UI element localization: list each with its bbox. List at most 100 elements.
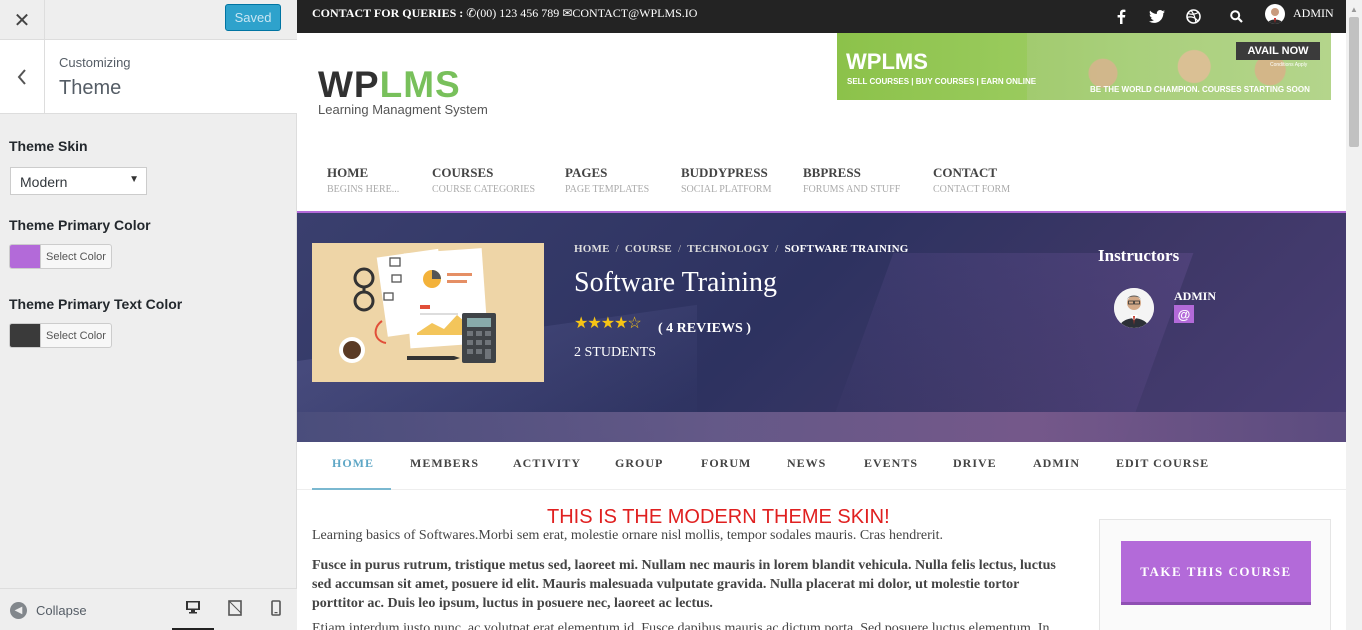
customizer-header-bar: ✕ Saved: [0, 0, 297, 40]
breadcrumb-item[interactable]: TECHNOLOGY: [687, 243, 769, 255]
mobile-preview-button[interactable]: [255, 600, 297, 630]
tablet-preview-button[interactable]: [214, 600, 256, 630]
nav-subtitle: COURSE CATEGORIES: [432, 184, 536, 195]
banner-brand: WPLMS: [846, 49, 928, 74]
tab-members[interactable]: MEMBERS: [410, 456, 479, 471]
dribbble-icon[interactable]: [1182, 5, 1204, 27]
tab-news[interactable]: NEWS: [787, 456, 826, 471]
contact-label: CONTACT FOR QUERIES :: [312, 6, 464, 20]
collapse-button[interactable]: ◀ Collapse: [10, 602, 87, 619]
dropdown-arrow-icon: ▼: [129, 174, 139, 185]
tablet-icon: [228, 600, 242, 616]
tab-home[interactable]: HOME: [332, 456, 374, 471]
facebook-icon[interactable]: [1110, 5, 1132, 27]
nav-title: HOME: [327, 165, 369, 180]
contact-info: CONTACT FOR QUERIES : ✆(00) 123 456 789 …: [312, 6, 697, 21]
desktop-preview-button[interactable]: [172, 600, 214, 630]
instructor-name[interactable]: ADMIN: [1174, 289, 1216, 304]
scrollbar-thumb[interactable]: [1349, 17, 1359, 147]
reviews-count[interactable]: ( 4 REVIEWS ): [658, 321, 751, 337]
nav-title: CONTACT: [933, 165, 998, 180]
active-tab-indicator: [312, 488, 391, 490]
back-button[interactable]: [0, 40, 45, 113]
nav-item-contact[interactable]: CONTACT CONTACT FORM: [933, 165, 1010, 195]
nav-item-pages[interactable]: PAGES PAGE TEMPLATES: [565, 165, 649, 195]
customizing-breadcrumb: Customizing: [59, 55, 131, 70]
collapse-icon: ◀: [10, 602, 27, 619]
logo-text-lms: LMS: [379, 64, 461, 105]
collapse-label: Collapse: [36, 603, 87, 618]
primary-color-picker[interactable]: Select Color: [9, 244, 112, 269]
take-this-course-button[interactable]: TAKE THIS COURSE: [1121, 541, 1311, 605]
saved-button[interactable]: Saved: [225, 4, 281, 31]
banner-slogan: BE THE WORLD CHAMPION. COURSES STARTING …: [1090, 85, 1310, 94]
phone-icon: ✆: [466, 6, 477, 20]
tab-edit-course[interactable]: EDIT COURSE: [1116, 456, 1209, 471]
close-icon[interactable]: ✕: [0, 0, 45, 40]
nav-item-bbpress[interactable]: BBPRESS FORUMS AND STUFF: [803, 165, 900, 195]
primary-text-color-label: Theme Primary Text Color: [9, 296, 183, 312]
instructor-badge[interactable]: @: [1174, 305, 1194, 323]
star-filled-icon: ★★★★: [574, 315, 628, 332]
user-name[interactable]: ADMIN: [1293, 6, 1334, 21]
promo-banner[interactable]: WPLMS SELL COURSES | BUY COURSES | EARN …: [837, 33, 1331, 100]
primary-color-button-label: Select Color: [46, 250, 106, 263]
banner-conditions: Conditions Apply: [1270, 62, 1308, 68]
user-avatar[interactable]: [1265, 4, 1285, 24]
breadcrumb-separator: /: [775, 243, 779, 255]
site-logo[interactable]: WPLMS: [318, 64, 461, 106]
nav-subtitle: FORUMS AND STUFF: [803, 184, 901, 195]
mobile-icon: [271, 600, 281, 616]
primary-text-color-swatch: [10, 324, 41, 347]
tab-drive[interactable]: DRIVE: [953, 456, 997, 471]
course-description-paragraph: Learning basics of Softwares.Morbi sem e…: [312, 528, 944, 543]
instructors-heading: Instructors: [1098, 246, 1180, 265]
course-description-paragraph: Etiam interdum justo nunc, ac volutpat e…: [312, 621, 1050, 630]
section-title: Theme: [59, 77, 122, 99]
twitter-icon[interactable]: [1146, 5, 1168, 27]
preview-scrollbar[interactable]: ▲: [1346, 0, 1362, 630]
students-count: 2 STUDENTS: [574, 345, 657, 360]
nav-item-buddypress[interactable]: BUDDYPRESS SOCIAL PLATFORM: [681, 165, 771, 195]
tab-admin[interactable]: ADMIN: [1033, 456, 1080, 471]
course-thumbnail[interactable]: [312, 243, 544, 382]
instructor-avatar[interactable]: [1114, 288, 1154, 328]
scroll-up-arrow-icon[interactable]: ▲: [1350, 5, 1358, 14]
top-bar: CONTACT FOR QUERIES : ✆(00) 123 456 789 …: [297, 0, 1346, 33]
breadcrumb-separator: /: [677, 243, 682, 255]
nav-item-courses[interactable]: COURSES COURSE CATEGORIES: [432, 165, 535, 195]
customizer-footer: ◀ Collapse: [0, 588, 297, 630]
search-icon[interactable]: [1225, 5, 1247, 27]
star-empty-icon: ☆: [627, 315, 641, 332]
breadcrumb-current: SOFTWARE TRAINING: [784, 243, 909, 255]
tab-activity[interactable]: ACTIVITY: [513, 456, 581, 471]
breadcrumb-item[interactable]: HOME: [574, 243, 610, 255]
email-address: CONTACT@WPLMS.IO: [572, 6, 698, 20]
tab-group[interactable]: GROUP: [615, 456, 663, 471]
nav-subtitle: PAGE TEMPLATES: [565, 184, 650, 195]
breadcrumb-item[interactable]: COURSE: [625, 243, 672, 255]
tab-events[interactable]: EVENTS: [864, 456, 918, 471]
nav-item-home[interactable]: HOME BEGINS HERE...: [327, 165, 399, 195]
nav-title: BUDDYPRESS: [681, 165, 768, 180]
banner-tagline: SELL COURSES | BUY COURSES | EARN ONLINE: [847, 77, 1037, 86]
logo-text-wp: WP: [318, 64, 380, 105]
course-description-paragraph: Fusce in purus rutrum, tristique metus s…: [312, 558, 1056, 611]
avail-now-button[interactable]: AVAIL NOW: [1236, 42, 1320, 60]
course-action-box: TAKE THIS COURSE: [1099, 519, 1331, 630]
main-navigation: HOME BEGINS HERE... COURSES COURSE CATEGOR…: [297, 160, 1346, 212]
nav-subtitle: SOCIAL PLATFORM: [681, 184, 772, 195]
breadcrumb: HOME / COURSE / TECHNOLOGY / SOFTWARE TRAINING: [574, 243, 908, 255]
rating-stars: ★★★★☆: [574, 313, 642, 333]
theme-skin-select[interactable]: Modern ▼: [10, 167, 147, 195]
theme-skin-value: Modern: [20, 174, 68, 190]
course-hero: HOME / COURSE / TECHNOLOGY / SOFTWARE TRAINING…: [297, 211, 1346, 442]
theme-skin-label: Theme Skin: [9, 138, 88, 154]
nav-subtitle: CONTACT FORM: [933, 184, 1011, 195]
nav-title: BBPRESS: [803, 165, 861, 180]
nav-title: COURSES: [432, 165, 494, 180]
customizer-sidebar: ✕ Saved Customizing Theme Theme Skin Mod…: [0, 0, 297, 630]
primary-text-color-picker[interactable]: Select Color: [9, 323, 112, 348]
tab-forum[interactable]: FORUM: [701, 456, 751, 471]
chevron-left-icon: [17, 68, 26, 85]
